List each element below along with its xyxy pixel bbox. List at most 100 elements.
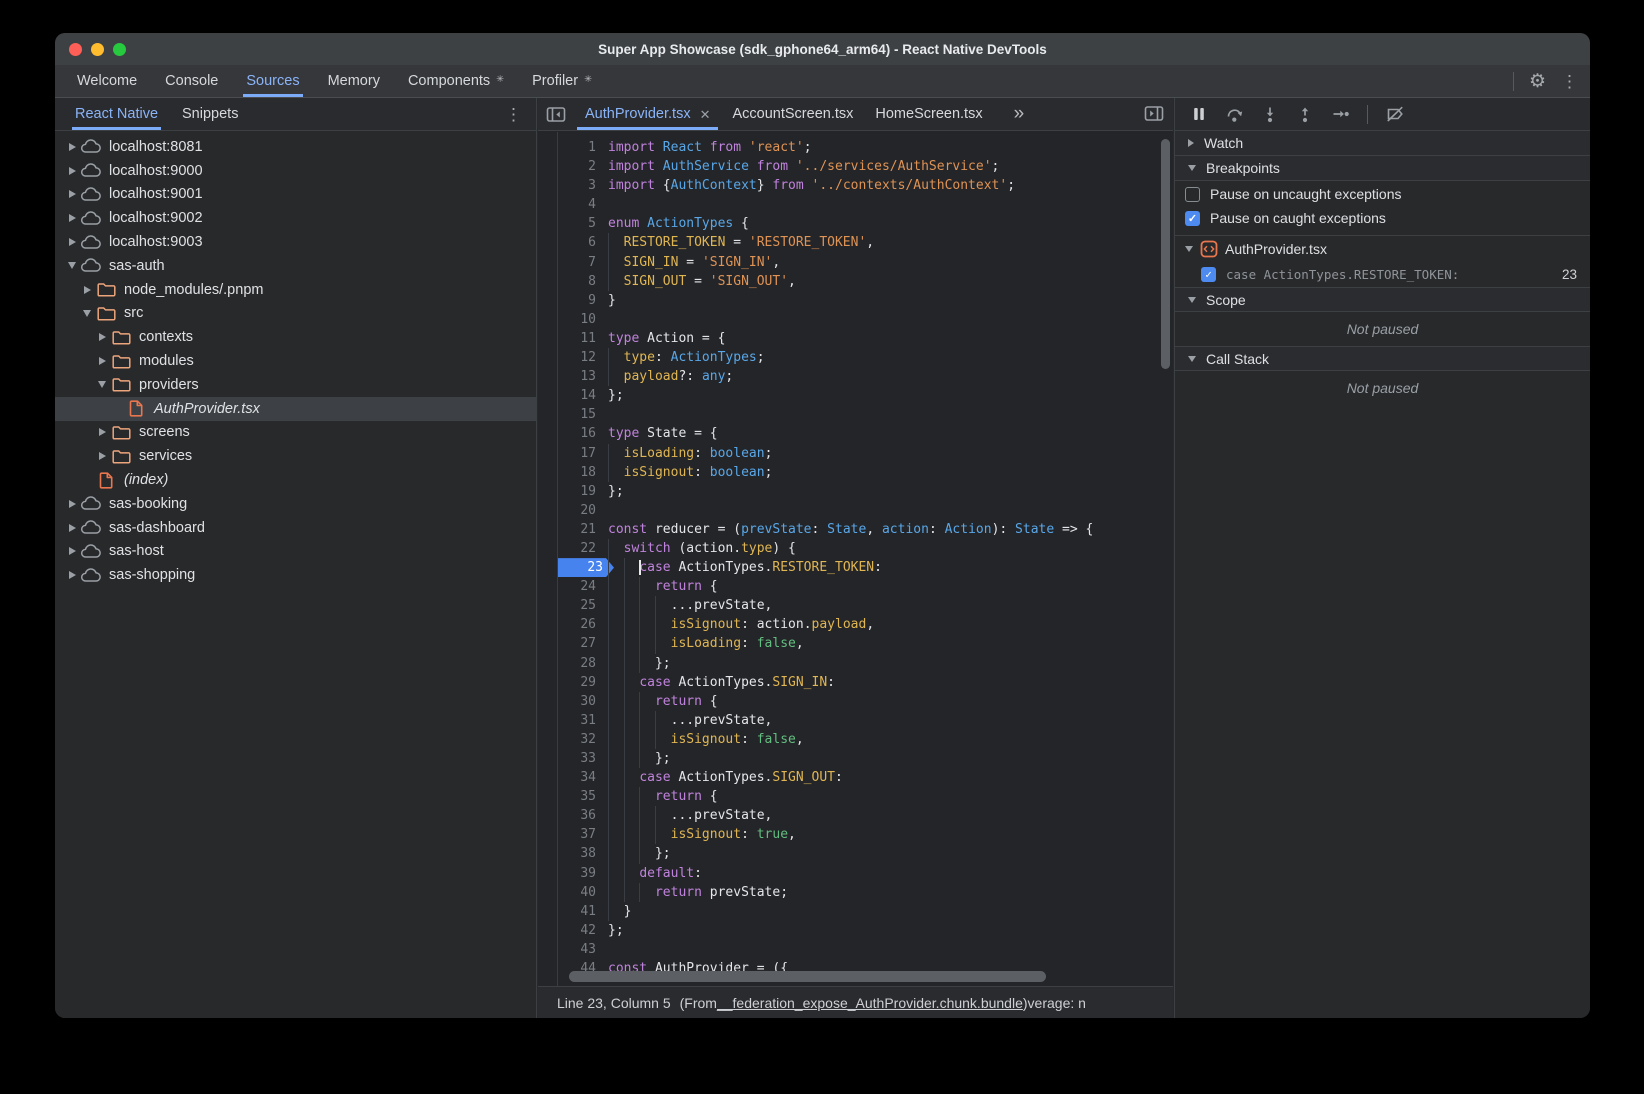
expand-arrow-icon[interactable]	[95, 428, 109, 436]
line-number[interactable]: 26	[558, 615, 596, 634]
expand-arrow-icon[interactable]	[65, 262, 79, 269]
pause-script-icon[interactable]	[1190, 105, 1208, 123]
expand-arrow-icon[interactable]	[95, 452, 109, 460]
line-number[interactable]: 11	[558, 329, 596, 348]
line-number[interactable]: 9	[558, 291, 596, 310]
code-line[interactable]: 9}	[538, 291, 1173, 310]
tree-item-providers[interactable]: providers	[55, 373, 536, 397]
expand-arrow-icon[interactable]	[65, 571, 79, 579]
navigator-tab-snippets[interactable]: Snippets	[170, 98, 250, 130]
line-number[interactable]: 43	[558, 940, 596, 959]
code-line[interactable]: 22 switch (action.type) {	[538, 539, 1173, 558]
expand-arrow-icon[interactable]	[65, 143, 79, 151]
code-line[interactable]: 28 };	[538, 654, 1173, 673]
tab-profiler[interactable]: Profiler✳	[518, 65, 606, 97]
tab-memory[interactable]: Memory	[314, 65, 394, 97]
code-line[interactable]: 29 case ActionTypes.SIGN_IN:	[538, 673, 1173, 692]
tree-item-authprovider-tsx[interactable]: AuthProvider.tsx	[55, 397, 536, 421]
line-number[interactable]: 2	[558, 157, 596, 176]
code-line[interactable]: 8 SIGN_OUT = 'SIGN_OUT',	[538, 272, 1173, 291]
tree-item-sas-dashboard[interactable]: sas-dashboard	[55, 516, 536, 540]
expand-arrow-icon[interactable]	[95, 381, 109, 388]
step-icon[interactable]	[1331, 105, 1350, 123]
main-menu-kebab-icon[interactable]: ⋮	[1561, 73, 1578, 90]
line-number[interactable]: 28	[558, 654, 596, 673]
tree-item-screens[interactable]: screens	[55, 421, 536, 445]
line-number[interactable]: 33	[558, 749, 596, 768]
line-number[interactable]: 30	[558, 692, 596, 711]
code-line[interactable]: 15	[538, 405, 1173, 424]
expand-arrow-icon[interactable]	[65, 214, 79, 222]
code-line[interactable]: 2323 case ActionTypes.RESTORE_TOKEN:	[538, 558, 1173, 577]
code-line[interactable]: 11type Action = {	[538, 329, 1173, 348]
line-number[interactable]: 35	[558, 787, 596, 806]
close-window-button[interactable]	[69, 43, 82, 56]
code-line[interactable]: 1import React from 'react';	[538, 138, 1173, 157]
code-line[interactable]: 43	[538, 940, 1173, 959]
expand-arrow-icon[interactable]	[65, 167, 79, 175]
line-number[interactable]: 32	[558, 730, 596, 749]
code-line[interactable]: 17 isLoading: boolean;	[538, 444, 1173, 463]
step-into-icon[interactable]	[1261, 105, 1279, 123]
line-number[interactable]: 34	[558, 768, 596, 787]
tree-item-node-modules-pnpm[interactable]: node_modules/.pnpm	[55, 278, 536, 302]
line-number[interactable]: 22	[558, 539, 596, 558]
code-line[interactable]: 5enum ActionTypes {	[538, 214, 1173, 233]
line-number[interactable]: 39	[558, 864, 596, 883]
expand-arrow-icon[interactable]	[65, 500, 79, 508]
code-line[interactable]: 24 return {	[538, 577, 1173, 596]
line-number[interactable]: 29	[558, 673, 596, 692]
code-line[interactable]: 37 isSignout: true,	[538, 825, 1173, 844]
step-out-icon[interactable]	[1296, 105, 1314, 123]
code-line[interactable]: 25 ...prevState,	[538, 596, 1173, 615]
code-line[interactable]: 42};	[538, 921, 1173, 940]
line-number[interactable]: 42	[558, 921, 596, 940]
watch-section-header[interactable]: Watch	[1175, 131, 1590, 156]
code-line[interactable]: 40 return prevState;	[538, 883, 1173, 902]
pause-caught-checkbox[interactable]: ✓	[1185, 211, 1200, 226]
minimize-window-button[interactable]	[91, 43, 104, 56]
tree-item-sas-auth[interactable]: sas-auth	[55, 254, 536, 278]
expand-arrow-icon[interactable]	[65, 524, 79, 532]
editor-tab-homescreen-tsx[interactable]: HomeScreen.tsx	[864, 98, 993, 130]
line-number[interactable]: 27	[558, 634, 596, 653]
code-line[interactable]: 18 isSignout: boolean;	[538, 463, 1173, 482]
line-number[interactable]: 38	[558, 844, 596, 863]
code-line[interactable]: 38 };	[538, 844, 1173, 863]
editor-vertical-scrollbar[interactable]	[1161, 139, 1170, 369]
code-line[interactable]: 7 SIGN_IN = 'SIGN_IN',	[538, 253, 1173, 272]
code-line[interactable]: 21const reducer = (prevState: State, act…	[538, 520, 1173, 539]
show-debugger-panel-icon[interactable]	[1144, 105, 1164, 127]
line-number[interactable]: 14	[558, 386, 596, 405]
line-number[interactable]: 6	[558, 233, 596, 252]
line-number[interactable]: 19	[558, 482, 596, 501]
tree-item-src[interactable]: src	[55, 302, 536, 326]
code-line[interactable]: 3import {AuthContext} from '../contexts/…	[538, 176, 1173, 195]
code-line[interactable]: 39 default:	[538, 864, 1173, 883]
scope-section-header[interactable]: Scope	[1175, 287, 1590, 312]
breakpoints-section-header[interactable]: Breakpoints	[1175, 156, 1590, 181]
code-line[interactable]: 41 }	[538, 902, 1173, 921]
code-line[interactable]: 35 return {	[538, 787, 1173, 806]
expand-arrow-icon[interactable]	[80, 310, 94, 317]
code-line[interactable]: 36 ...prevState,	[538, 806, 1173, 825]
expand-arrow-icon[interactable]	[95, 333, 109, 341]
line-number[interactable]: 36	[558, 806, 596, 825]
code-line[interactable]: 32 isSignout: false,	[538, 730, 1173, 749]
settings-gear-icon[interactable]: ⚙	[1529, 72, 1546, 91]
expand-arrow-icon[interactable]	[65, 190, 79, 198]
line-number[interactable]: 5	[558, 214, 596, 233]
call-stack-section-header[interactable]: Call Stack	[1175, 346, 1590, 371]
line-number[interactable]: 18	[558, 463, 596, 482]
pause-uncaught-checkbox[interactable]	[1185, 187, 1200, 202]
tree-item-sas-booking[interactable]: sas-booking	[55, 492, 536, 516]
tree-item-index[interactable]: (index)	[55, 468, 536, 492]
tree-item-localhost-8081[interactable]: localhost:8081	[55, 135, 536, 159]
step-over-icon[interactable]	[1225, 105, 1244, 123]
editor-horizontal-scrollbar[interactable]	[569, 971, 1046, 982]
breakpoint-entry-checkbox[interactable]: ✓	[1201, 267, 1216, 282]
tree-item-sas-shopping[interactable]: sas-shopping	[55, 563, 536, 587]
line-number[interactable]: 25	[558, 596, 596, 615]
line-number[interactable]: 21	[558, 520, 596, 539]
deactivate-breakpoints-icon[interactable]	[1385, 105, 1405, 123]
